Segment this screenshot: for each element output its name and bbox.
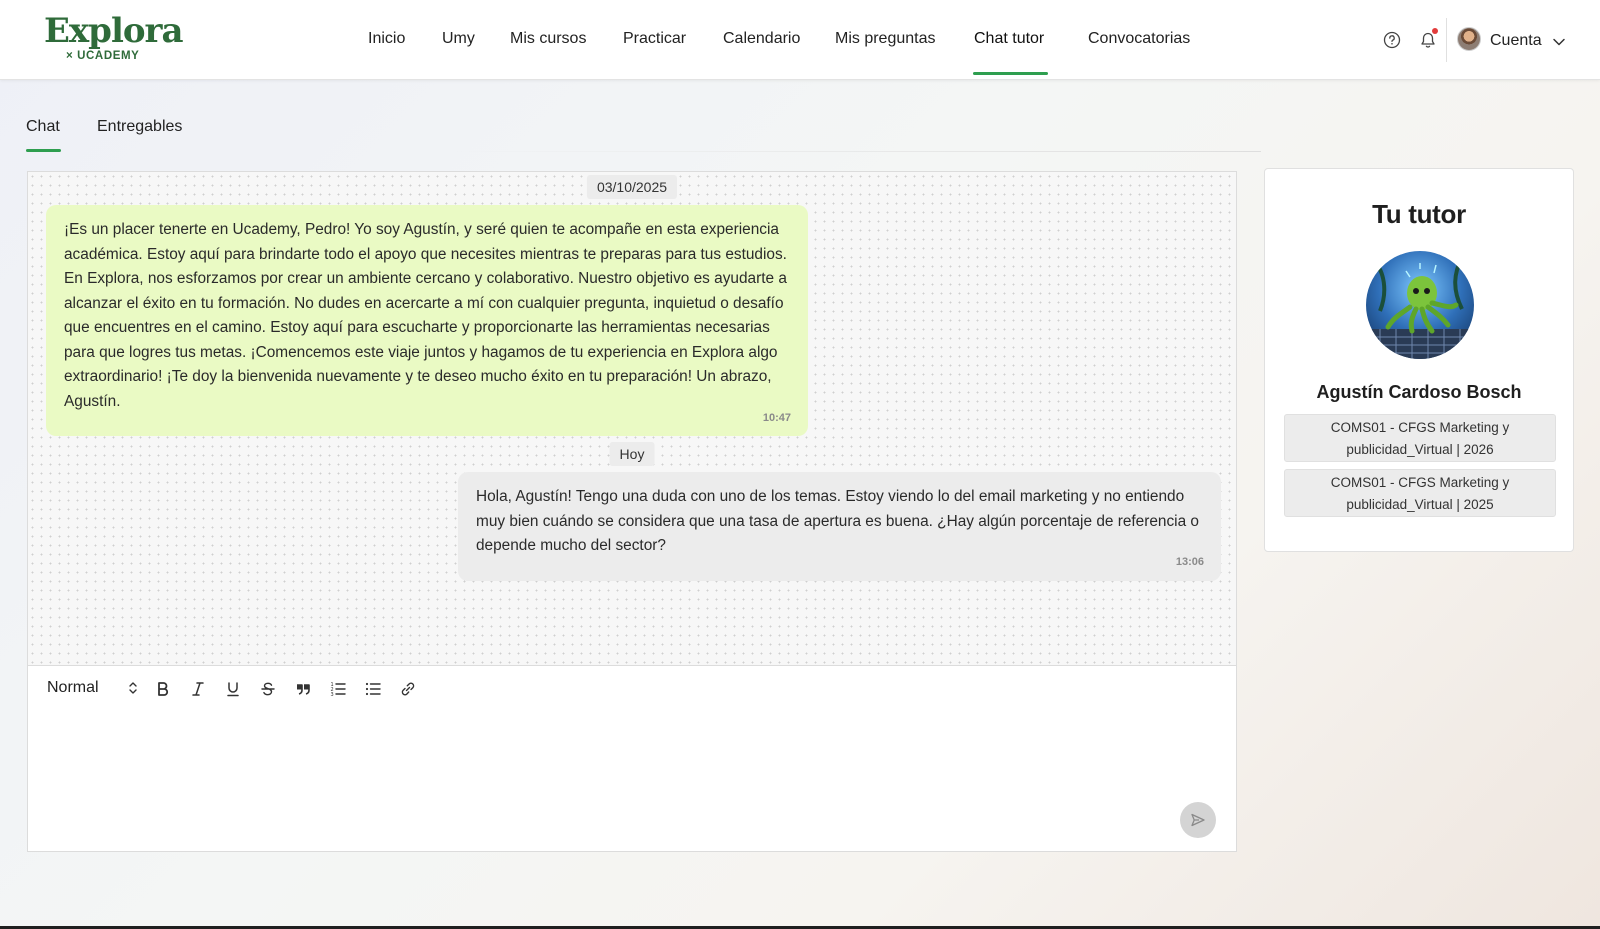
tutor-card: Tu tutor Agustín Cardoso Bosch COMS01 - … [1264,168,1574,552]
ordered-list-icon[interactable]: 123 [327,678,349,700]
text-format-select[interactable]: Normal [47,679,141,697]
tutor-card-title: Tu tutor [1372,199,1466,229]
active-nav-indicator [973,72,1048,75]
help-circle-icon[interactable] [1382,30,1402,50]
svg-text:3: 3 [331,692,334,697]
chat-tabs: Chat Entregables [26,116,1261,152]
message-text: ¡Es un placer tenerte en Ucademy, Pedro!… [64,221,787,410]
nav-item-convocatorias[interactable]: Convocatorias [1088,30,1190,48]
nav-item-mis-preguntas[interactable]: Mis preguntas [835,30,936,48]
message-time: 13:06 [1175,556,1204,568]
tab-chat[interactable]: Chat [26,118,60,136]
user-avatar[interactable] [1457,27,1481,51]
nav-item-umy[interactable]: Umy [442,30,475,48]
bold-icon[interactable] [152,678,174,700]
message-incoming: ¡Es un placer tenerte en Ucademy, Pedro!… [46,205,808,436]
chat-messages-panel[interactable]: 03/10/2025 ¡Es un placer tenerte en Ucad… [27,171,1237,665]
header-divider [1446,18,1447,62]
top-navbar: Explora × UCADEMY Inicio Umy Mis cursos … [0,0,1600,80]
select-arrows-icon[interactable] [128,681,138,700]
nav-item-mis-cursos[interactable]: Mis cursos [510,30,586,48]
nav-item-chat-tutor[interactable]: Chat tutor [974,30,1044,48]
logo-wordmark: Explora [44,11,183,51]
message-text: Hola, Agustín! Tengo una duda con uno de… [476,488,1199,554]
course-badge: COMS01 - CFGS Marketing y publicidad_Vir… [1284,414,1556,462]
date-separator-today: Hoy [609,442,655,466]
notification-dot [1432,28,1438,34]
message-editor-input[interactable] [27,710,1237,852]
explora-logo[interactable]: Explora × UCADEMY [44,12,183,66]
nav-item-practicar[interactable]: Practicar [623,30,686,48]
account-menu-label[interactable]: Cuenta [1490,32,1542,50]
tabs-divider [446,151,1261,152]
date-separator: 03/10/2025 [586,175,678,199]
editor-toolbar: Normal 123 [27,665,1237,711]
nav-item-calendario[interactable]: Calendario [723,30,800,48]
tutor-avatar [1366,251,1474,359]
tutor-name: Agustín Cardoso Bosch [1316,382,1522,402]
link-icon[interactable] [397,678,419,700]
message-time: 10:47 [762,411,791,424]
underline-icon[interactable] [222,678,244,700]
send-icon [1191,813,1205,827]
bell-icon[interactable] [1418,28,1438,50]
quote-icon[interactable] [292,678,314,700]
nav-item-inicio[interactable]: Inicio [368,30,405,48]
active-tab-indicator [26,149,61,152]
strikethrough-icon[interactable] [257,678,279,700]
bullet-list-icon[interactable] [362,678,384,700]
message-outgoing: Hola, Agustín! Tengo una duda con uno de… [458,472,1221,581]
logo-subtitle: × UCADEMY [66,50,140,62]
tab-entregables[interactable]: Entregables [97,118,182,136]
course-badge: COMS01 - CFGS Marketing y publicidad_Vir… [1284,469,1556,517]
send-button[interactable] [1180,802,1216,838]
chevron-down-icon[interactable] [1552,34,1566,52]
italic-icon[interactable] [187,678,209,700]
